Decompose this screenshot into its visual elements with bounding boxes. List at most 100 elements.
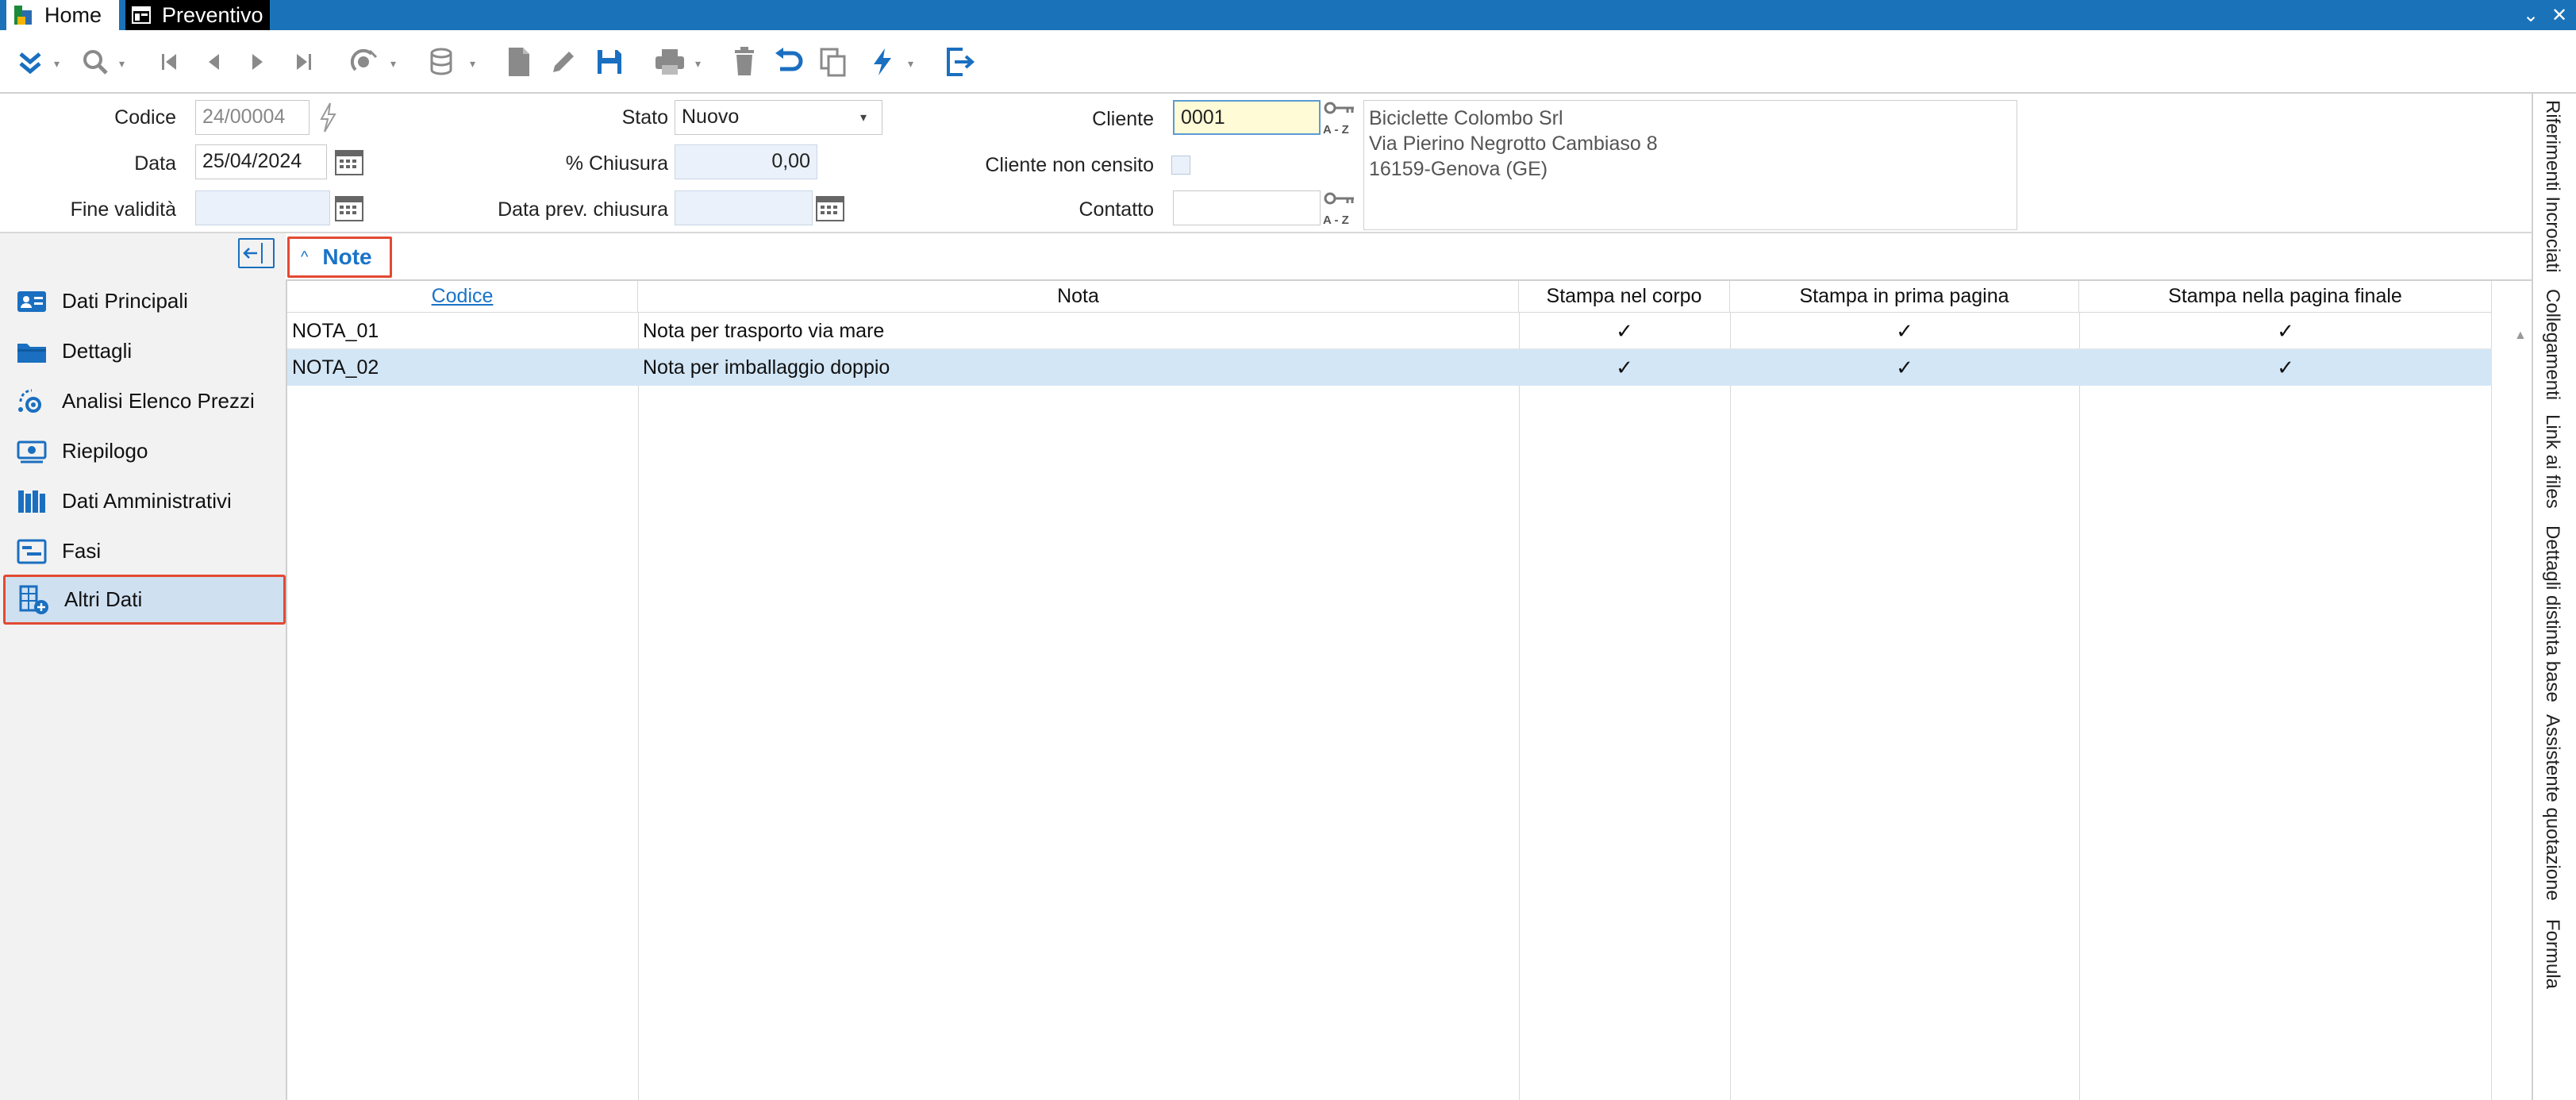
sidebar: Dati Principali Dettagli Analisi Elenco … xyxy=(0,233,287,1100)
key-az-text: A - Z xyxy=(1323,213,1349,227)
undo-icon[interactable] xyxy=(771,43,806,81)
edit-icon[interactable] xyxy=(546,43,581,81)
chevron-up-icon: ^ xyxy=(301,248,309,266)
right-side-tabs: Riferimenti Incrociati Collegamenti Link… xyxy=(2532,94,2576,1100)
header-form: Codice 24/00004 Data 25/04/2024 Fine val… xyxy=(0,94,2532,233)
sidebar-item-altri-dati[interactable]: Altri Dati xyxy=(3,575,286,625)
notes-grid: Codice Nota Stampa nel corpo Stampa in p… xyxy=(287,281,2492,1100)
tab-preventivo[interactable]: Preventivo xyxy=(125,0,270,30)
sidebar-item-label: Altri Dati xyxy=(64,587,143,611)
copy-icon[interactable] xyxy=(817,43,849,81)
checkmark-icon[interactable]: ✓ xyxy=(1730,313,2079,349)
table-row[interactable]: NOTA_02 Nota per imballaggio doppio ✓ ✓ … xyxy=(287,349,2492,386)
sidebar-item-label: Riepilogo xyxy=(62,439,148,463)
lightning-icon[interactable] xyxy=(317,102,338,133)
collapse-icon[interactable] xyxy=(14,43,46,81)
first-icon[interactable] xyxy=(156,43,184,81)
cell-codice: NOTA_01 xyxy=(292,319,379,342)
side-tab-formula[interactable]: Formula xyxy=(2541,919,2563,989)
side-tab-assistente[interactable]: Assistente quotazione xyxy=(2541,714,2563,901)
delete-icon[interactable] xyxy=(729,43,760,81)
cliente-field[interactable]: 0001 xyxy=(1173,100,1321,135)
lightning-icon[interactable] xyxy=(867,43,898,81)
search-icon[interactable] xyxy=(79,43,111,81)
checkmark-icon[interactable]: ✓ xyxy=(1730,349,2079,386)
column-header-stampa-finale[interactable]: Stampa nella pagina finale xyxy=(2079,281,2492,313)
checkmark-icon[interactable]: ✓ xyxy=(1519,313,1730,349)
chevron-down-icon[interactable]: ▾ xyxy=(54,57,65,70)
chevron-down-icon[interactable]: ▾ xyxy=(470,57,481,70)
column-divider xyxy=(1519,313,1520,1100)
sidebar-item-fasi[interactable]: Fasi xyxy=(3,526,286,576)
column-header-codice[interactable]: Codice xyxy=(287,281,638,313)
fine-validita-label: Fine validità xyxy=(70,198,176,221)
prev-icon[interactable] xyxy=(200,43,229,81)
id-card-icon xyxy=(17,290,46,312)
tab-preventivo-label: Preventivo xyxy=(162,2,263,27)
exit-icon[interactable] xyxy=(943,43,978,81)
column-header-nota[interactable]: Nota xyxy=(638,281,1519,313)
calendar-icon[interactable] xyxy=(814,192,846,224)
chevron-down-icon[interactable]: ▾ xyxy=(908,57,919,70)
print-icon[interactable] xyxy=(652,43,687,81)
side-tab-distinta-base[interactable]: Dettagli distinta base xyxy=(2541,525,2563,702)
chevron-down-icon[interactable]: ▾ xyxy=(390,57,402,70)
checkmark-icon[interactable]: ✓ xyxy=(2079,313,2492,349)
stato-select[interactable]: Nuovo ▾ xyxy=(675,100,882,135)
side-tab-collegamenti[interactable]: Collegamenti xyxy=(2541,289,2563,400)
cell-codice: NOTA_02 xyxy=(292,356,379,379)
section-toggle[interactable]: ^ Note xyxy=(287,237,392,278)
sidebar-item-riepilogo[interactable]: Riepilogo xyxy=(3,426,286,476)
sidebar-item-dati-principali[interactable]: Dati Principali xyxy=(3,276,286,326)
new-document-icon[interactable] xyxy=(503,43,535,81)
contatto-field[interactable] xyxy=(1173,190,1321,225)
books-icon xyxy=(18,490,45,513)
chevron-down-icon[interactable]: ⌄ xyxy=(2517,2,2544,29)
collapse-panel-icon[interactable] xyxy=(238,238,275,268)
scroll-up-icon[interactable]: ▲ xyxy=(2514,329,2527,343)
last-icon[interactable] xyxy=(289,43,317,81)
table-plus-icon xyxy=(19,585,48,614)
database-icon[interactable] xyxy=(425,43,460,81)
checkmark-icon[interactable]: ✓ xyxy=(1519,349,1730,386)
chiusura-field[interactable]: 0,00 xyxy=(675,144,817,179)
column-divider xyxy=(2491,313,2492,1100)
cell-nota: Nota per imballaggio doppio xyxy=(643,356,890,379)
calendar-icon[interactable] xyxy=(333,192,365,224)
key-az-text: A - Z xyxy=(1323,123,1349,137)
tab-home-label: Home xyxy=(44,2,102,27)
data-prev-label: Data prev. chiusura xyxy=(498,198,668,221)
toolbar: ▾ ▾ ▾ ▾ ▾ ▾ xyxy=(0,30,2576,94)
folder-icon xyxy=(17,343,46,363)
chevron-down-icon[interactable]: ▾ xyxy=(119,57,130,70)
app-logo-icon xyxy=(14,6,32,25)
key-lookup-icon[interactable]: A - Z xyxy=(1322,100,1359,137)
money-icon xyxy=(17,440,47,463)
checkmark-icon[interactable]: ✓ xyxy=(2079,349,2492,386)
chevron-down-icon[interactable]: ▾ xyxy=(695,57,706,70)
calendar-icon[interactable] xyxy=(333,146,365,178)
column-header-stampa-corpo[interactable]: Stampa nel corpo xyxy=(1519,281,1730,313)
cliente-non-censito-label: Cliente non censito xyxy=(985,154,1154,176)
data-field[interactable]: 25/04/2024 xyxy=(195,144,327,179)
column-header-stampa-prima[interactable]: Stampa in prima pagina xyxy=(1730,281,2079,313)
key-lookup-icon[interactable]: A - Z xyxy=(1322,190,1359,227)
side-tab-riferimenti[interactable]: Riferimenti Incrociati xyxy=(2541,100,2563,272)
table-row[interactable]: NOTA_01 Nota per trasporto via mare ✓ ✓ … xyxy=(287,313,2492,349)
cliente-non-censito-checkbox[interactable] xyxy=(1171,156,1190,175)
data-prev-field[interactable] xyxy=(675,190,813,225)
chevron-down-icon[interactable]: ▾ xyxy=(850,104,877,131)
side-tab-link-files[interactable]: Link ai files xyxy=(2541,414,2563,509)
fine-validita-field[interactable] xyxy=(195,190,330,225)
tab-home[interactable]: Home xyxy=(6,0,119,30)
satellite-icon[interactable] xyxy=(348,43,383,81)
next-icon[interactable] xyxy=(243,43,271,81)
sidebar-item-analisi-elenco-prezzi[interactable]: Analisi Elenco Prezzi xyxy=(3,376,286,426)
close-icon[interactable]: ✕ xyxy=(2546,2,2573,29)
save-icon[interactable] xyxy=(592,43,627,81)
sidebar-item-dati-amministrativi[interactable]: Dati Amministrativi xyxy=(3,476,286,526)
sidebar-item-dettagli[interactable]: Dettagli xyxy=(3,326,286,376)
title-bar: Home Preventivo ⌄ ✕ xyxy=(0,0,2576,30)
form-icon xyxy=(132,6,151,24)
codice-field[interactable]: 24/00004 xyxy=(195,100,310,135)
